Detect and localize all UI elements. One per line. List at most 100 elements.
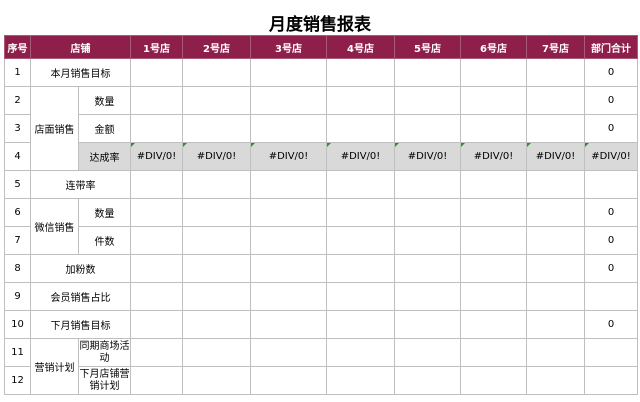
header-cell[interactable]: 7号店 [526,35,585,59]
sub-label[interactable]: 达成率 [78,142,131,171]
sub-label[interactable]: 同期商场活动 [78,338,131,367]
table-cell[interactable] [130,226,183,255]
table-cell[interactable] [460,338,527,367]
table-cell[interactable] [250,310,327,339]
table-cell[interactable] [182,58,251,87]
table-cell[interactable] [526,198,585,227]
table-cell[interactable] [182,366,251,395]
table-cell[interactable] [250,86,327,115]
table-cell[interactable] [130,114,183,143]
sub-label[interactable]: 数量 [78,198,131,227]
table-cell[interactable] [394,310,461,339]
row-label[interactable]: 连带率 [30,170,131,199]
row-label[interactable]: 会员销售占比 [30,282,131,311]
table-cell[interactable] [394,338,461,367]
table-cell[interactable] [182,282,251,311]
table-cell[interactable] [130,366,183,395]
formula-cell[interactable]: #DIV/0! [460,142,527,171]
table-cell[interactable] [460,170,527,199]
table-cell[interactable] [460,254,527,283]
formula-cell[interactable]: #DIV/0! [250,142,327,171]
row-number[interactable]: 11 [4,338,31,367]
row-number[interactable]: 12 [4,366,31,395]
row-number[interactable]: 4 [4,142,31,171]
table-cell[interactable] [130,86,183,115]
table-cell[interactable] [250,114,327,143]
table-cell[interactable] [460,114,527,143]
table-cell[interactable] [526,226,585,255]
formula-cell[interactable]: #DIV/0! [526,142,585,171]
total-cell[interactable]: 0 [584,310,638,339]
row-number[interactable]: 3 [4,114,31,143]
total-cell[interactable]: 0 [584,226,638,255]
row-number[interactable]: 5 [4,170,31,199]
row-number[interactable]: 8 [4,254,31,283]
formula-cell[interactable]: #DIV/0! [130,142,183,171]
group-label[interactable]: 营销计划 [30,338,79,395]
table-cell[interactable] [394,198,461,227]
header-cell[interactable]: 4号店 [326,35,395,59]
table-cell[interactable] [182,86,251,115]
table-cell[interactable] [326,338,395,367]
formula-cell[interactable]: #DIV/0! [182,142,251,171]
table-cell[interactable] [130,282,183,311]
header-cell[interactable]: 3号店 [250,35,327,59]
table-cell[interactable] [526,58,585,87]
table-cell[interactable] [526,366,585,395]
table-cell[interactable] [394,282,461,311]
table-cell[interactable] [526,254,585,283]
formula-cell[interactable]: #DIV/0! [326,142,395,171]
formula-cell[interactable]: #DIV/0! [394,142,461,171]
table-cell[interactable] [526,310,585,339]
sub-label[interactable]: 金额 [78,114,131,143]
table-cell[interactable] [130,198,183,227]
table-cell[interactable] [460,86,527,115]
table-cell[interactable] [526,282,585,311]
sub-label[interactable]: 件数 [78,226,131,255]
group-label[interactable]: 微信销售 [30,198,79,255]
header-cell[interactable]: 1号店 [130,35,183,59]
total-cell[interactable] [584,282,638,311]
row-label[interactable]: 本月销售目标 [30,58,131,87]
table-cell[interactable] [130,170,183,199]
total-cell[interactable]: 0 [584,58,638,87]
table-cell[interactable] [394,254,461,283]
header-cell[interactable]: 2号店 [182,35,251,59]
table-cell[interactable] [460,226,527,255]
total-cell[interactable]: 0 [584,86,638,115]
sub-label[interactable]: 下月店铺营销计划 [78,366,131,395]
table-cell[interactable] [182,310,251,339]
table-cell[interactable] [130,254,183,283]
table-cell[interactable] [326,366,395,395]
table-cell[interactable] [394,170,461,199]
total-cell[interactable] [584,170,638,199]
header-cell[interactable]: 店铺 [30,35,131,59]
row-number[interactable]: 9 [4,282,31,311]
table-cell[interactable] [460,198,527,227]
table-cell[interactable] [326,226,395,255]
table-cell[interactable] [326,86,395,115]
table-cell[interactable] [250,198,327,227]
table-cell[interactable] [250,282,327,311]
header-cell[interactable]: 部门合计 [584,35,638,59]
table-cell[interactable] [130,58,183,87]
table-cell[interactable] [182,170,251,199]
header-cell[interactable]: 6号店 [460,35,527,59]
table-cell[interactable] [526,338,585,367]
row-number[interactable]: 2 [4,86,31,115]
table-cell[interactable] [460,282,527,311]
table-cell[interactable] [526,114,585,143]
row-number[interactable]: 10 [4,310,31,339]
table-cell[interactable] [250,338,327,367]
table-cell[interactable] [182,254,251,283]
sub-label[interactable]: 数量 [78,86,131,115]
table-cell[interactable] [130,310,183,339]
table-cell[interactable] [326,170,395,199]
table-cell[interactable] [394,226,461,255]
row-number[interactable]: 7 [4,226,31,255]
table-cell[interactable] [326,254,395,283]
table-cell[interactable] [394,58,461,87]
header-cell[interactable]: 5号店 [394,35,461,59]
table-cell[interactable] [182,114,251,143]
table-cell[interactable] [250,226,327,255]
